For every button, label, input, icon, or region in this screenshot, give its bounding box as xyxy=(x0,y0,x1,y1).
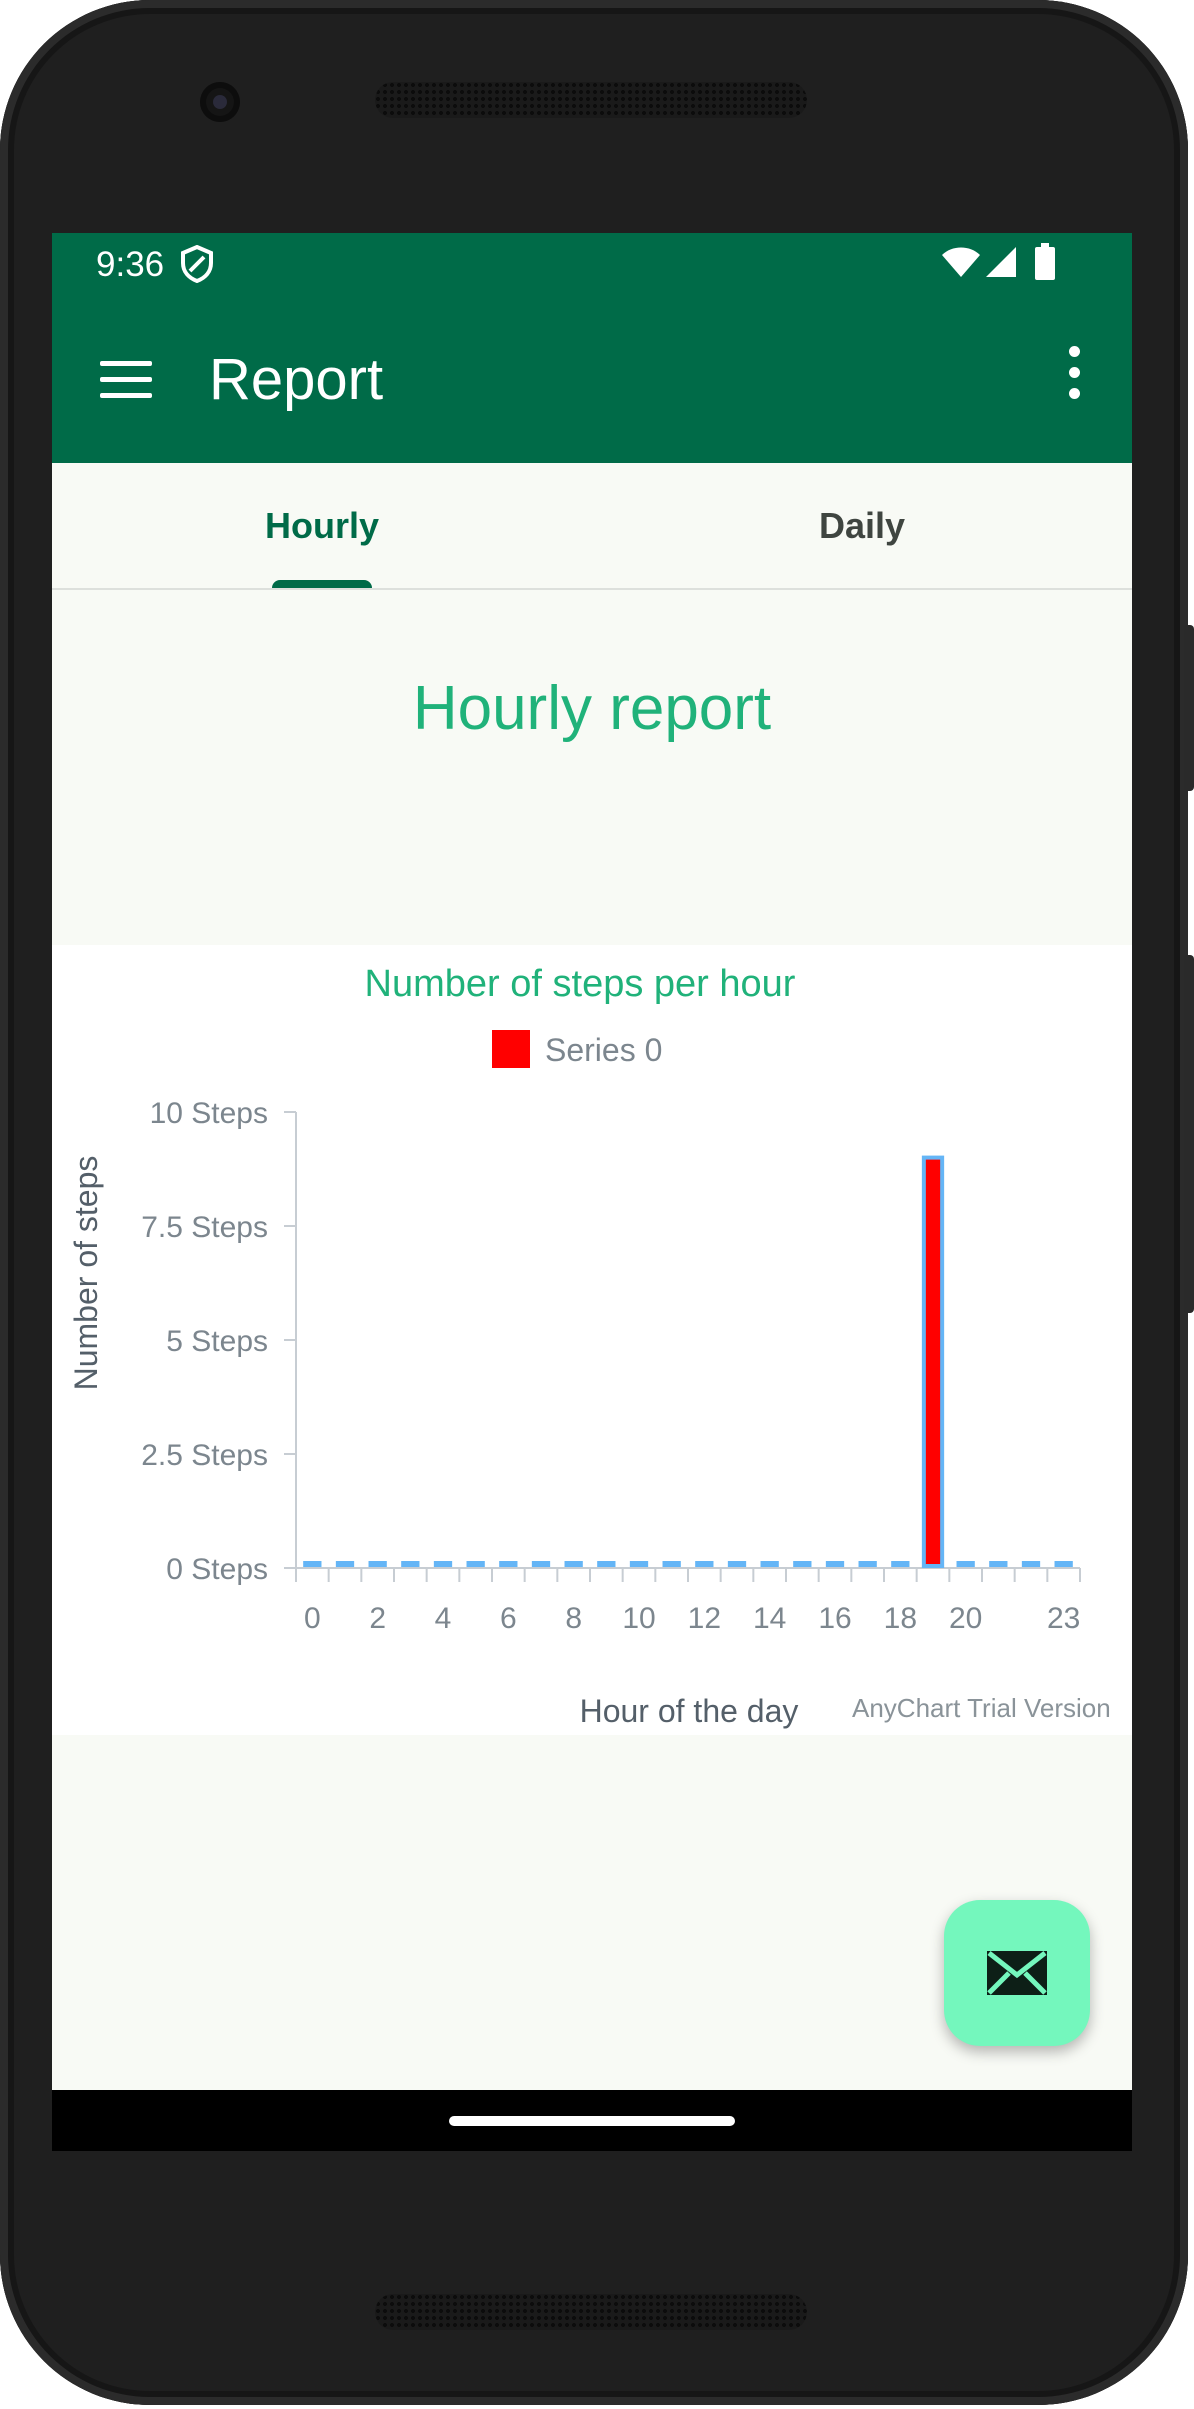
x-tick-label: 0 xyxy=(304,1602,321,1635)
page-heading: Hourly report xyxy=(412,674,772,743)
x-tick-label: 6 xyxy=(500,1602,517,1635)
x-tick-label: 18 xyxy=(884,1602,917,1635)
mail-icon xyxy=(987,1951,1047,1995)
x-tick-label: 12 xyxy=(688,1602,721,1635)
y-tick-label: 10 Steps xyxy=(150,1097,268,1130)
earpiece-speaker xyxy=(375,82,807,118)
x-axis-title: Hour of the day xyxy=(580,1693,799,1729)
bottom-speaker xyxy=(375,2294,807,2330)
y-tick-label: 5 Steps xyxy=(166,1325,268,1358)
battery-icon xyxy=(1035,243,1055,280)
chart-title: Number of steps per hour xyxy=(365,963,796,1005)
bar xyxy=(921,1155,945,1568)
shield-icon xyxy=(181,245,213,283)
signal-icon xyxy=(986,247,1016,277)
x-tick-label: 20 xyxy=(949,1602,982,1635)
app-bar: Report xyxy=(52,296,1132,463)
tab-hourly[interactable]: Hourly xyxy=(52,463,592,588)
chart-watermark: AnyChart Trial Version xyxy=(852,1693,1111,1723)
volume-button xyxy=(1184,955,1194,1313)
navigation-bar xyxy=(52,2090,1132,2151)
y-tick-label: 7.5 Steps xyxy=(141,1211,268,1244)
x-tick-label: 4 xyxy=(435,1602,452,1635)
tab-daily[interactable]: Daily xyxy=(592,463,1132,588)
email-fab[interactable] xyxy=(944,1900,1090,2046)
app-title: Report xyxy=(209,347,384,412)
status-bar: 9:36 xyxy=(52,233,1132,296)
tab-indicator xyxy=(272,580,372,588)
home-gesture-handle[interactable] xyxy=(449,2116,735,2126)
x-tick-label: 23 xyxy=(1047,1602,1080,1635)
x-tick-label: 14 xyxy=(753,1602,786,1635)
y-tick-label: 2.5 Steps xyxy=(141,1439,268,1472)
x-tick-label: 10 xyxy=(622,1602,655,1635)
menu-icon[interactable] xyxy=(100,361,152,399)
wifi-icon xyxy=(942,247,980,277)
status-time: 9:36 xyxy=(96,245,165,284)
power-button xyxy=(1184,625,1194,791)
y-axis-title: Number of steps xyxy=(68,1156,104,1391)
x-tick-label: 2 xyxy=(369,1602,386,1635)
y-tick-label: 0 Steps xyxy=(166,1553,268,1586)
more-vert-icon[interactable] xyxy=(1062,346,1086,406)
x-tick-label: 8 xyxy=(565,1602,582,1635)
legend-label: Series 0 xyxy=(545,1032,662,1068)
x-tick-label: 16 xyxy=(818,1602,851,1635)
legend-swatch xyxy=(492,1030,530,1068)
chart-card: Number of steps per hour Series 0 Number… xyxy=(52,945,1132,1735)
tab-bar: Hourly Daily xyxy=(52,463,1132,590)
front-camera xyxy=(200,82,240,122)
screen: 9:36 Report Hourly Daily Hourly report N… xyxy=(52,233,1132,2151)
steps-chart: Number of steps per hour Series 0 Number… xyxy=(68,963,1081,1729)
